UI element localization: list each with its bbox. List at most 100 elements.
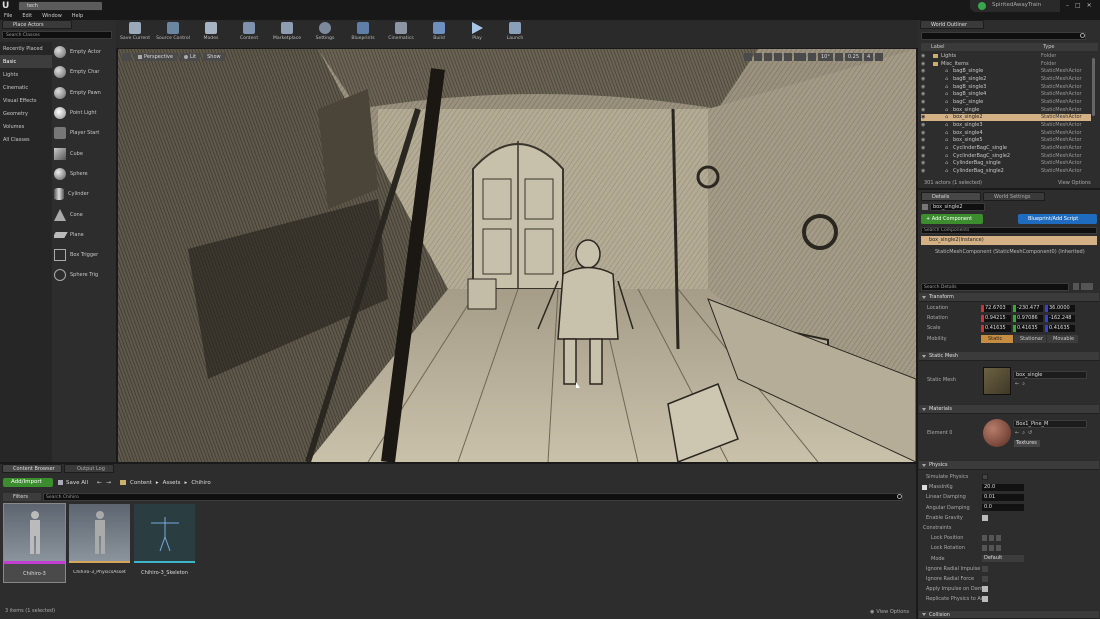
asset-tile-selected[interactable]: Chihiro-3 [3,503,66,583]
outliner-row[interactable]: ◉ Misc_Items Folder [921,60,1091,68]
collision-section-header[interactable]: Collision [919,611,1099,619]
outliner-row[interactable]: ◉ ⌂ box_single5 StaticMeshActor [921,137,1091,145]
rotation-x[interactable]: 0.94215 [981,314,1011,322]
content-search-input[interactable]: Search Chihiro [43,493,903,501]
eye-icon[interactable]: ◉ [921,153,927,159]
eye-icon[interactable]: ◉ [921,160,927,166]
add-import-button[interactable]: Add/Import [3,478,53,487]
category-lights[interactable]: Lights [0,68,52,81]
settings-button[interactable]: Settings [306,20,344,48]
location-label[interactable]: Location [919,305,981,311]
world-local-icon[interactable] [774,53,782,61]
filters-button[interactable]: Filters [3,493,41,501]
menu-window[interactable]: Window [42,13,62,19]
forward-arrow-icon[interactable]: → [106,479,111,486]
breadcrumb-assets[interactable]: Assets [163,480,181,486]
mobility-static[interactable]: Static [981,334,1013,343]
eye-icon[interactable]: ◉ [921,53,927,59]
outliner-row[interactable]: ◉ ⌂ box_single4 StaticMeshActor [921,129,1091,137]
actor-item[interactable]: Empty Pawn [54,83,114,103]
static-mesh-section-header[interactable]: Static Mesh [919,352,1099,361]
asset-tile[interactable]: Chihiro-3_PhysicsAsset [68,503,131,583]
eye-icon[interactable]: ◉ [921,91,927,97]
eye-icon[interactable]: ◉ [921,137,927,143]
build-button[interactable]: Build [420,20,458,48]
level-viewport[interactable] [118,49,916,462]
add-component-button[interactable]: + Add Component [921,214,983,224]
breadcrumb-chihiro[interactable]: Chihiro [191,480,210,486]
blueprint-add-script-button[interactable]: Blueprint/Add Script [1018,214,1097,224]
outliner-row[interactable]: ◉ ⌂ bagB_single2 StaticMeshActor [921,75,1091,83]
breadcrumb-content[interactable]: Content [130,480,152,486]
launch-button[interactable]: Launch [496,20,534,48]
outliner-row[interactable]: ◉ ⌂ CyclinderBagC_single StaticMeshActor [921,144,1091,152]
cinematics-button[interactable]: Cinematics [382,20,420,48]
level-tab[interactable]: tech [18,1,103,11]
camera-speed[interactable]: 4 [864,53,874,61]
modes-button[interactable]: Modes [192,20,230,48]
linear-damping-input[interactable]: 0.01 [982,493,1024,501]
lock-rotation-checkboxes[interactable] [982,545,1002,552]
simulate-physics-checkbox[interactable] [982,474,988,481]
perspective-button[interactable]: Perspective [134,53,177,61]
outliner-row[interactable]: ◉ ⌂ box_single3 StaticMeshActor [921,121,1091,129]
actor-item[interactable]: Cylinder [54,184,114,204]
material-thumbnail[interactable] [983,419,1011,447]
asset-tile[interactable]: Chihiro-3_Skeleton [133,503,196,583]
rotation-z[interactable]: -162.248 [1045,314,1075,322]
eye-icon[interactable]: ◉ [921,130,927,136]
eye-view-icon[interactable] [1081,283,1093,290]
replicate-physics-checkbox[interactable] [982,596,988,603]
actor-item[interactable]: Plane [54,225,114,245]
actor-item[interactable]: Cone [54,204,114,224]
ignore-radial-force-checkbox[interactable] [982,575,988,582]
menu-help[interactable]: Help [72,13,83,19]
scale-snap-icon[interactable] [834,53,843,61]
outliner-row[interactable]: ◉ ⌂ bagB_single4 StaticMeshActor [921,90,1091,98]
textures-button[interactable]: Textures [1014,440,1040,447]
scale-z[interactable]: 0.41635 [1045,324,1075,332]
actor-item[interactable]: Sphere [54,164,114,184]
translate-icon[interactable] [744,53,752,61]
angular-damping-input[interactable]: 0.0 [982,504,1024,512]
scale-icon[interactable] [764,53,772,61]
close-icon[interactable]: ✕ [1087,2,1092,9]
grid-snap-icon[interactable] [784,53,792,61]
rotate-icon[interactable] [754,53,762,61]
show-button[interactable]: Show [203,53,225,61]
outliner-scrollbar[interactable] [1092,58,1095,116]
lit-button[interactable]: Lit [179,53,201,61]
outliner-row[interactable]: ◉ ⌂ CyclinderBagC_single2 StaticMeshActor [921,152,1091,160]
static-mesh-dropdown[interactable]: box_single [1013,371,1087,379]
location-x[interactable]: 72.6703 [981,304,1011,312]
outliner-row-selected[interactable]: ◉ ⌂ box_single2 StaticMeshActor [921,113,1091,122]
actor-item[interactable]: Player Start [54,123,114,143]
category-geometry[interactable]: Geometry [0,107,52,120]
outliner-row[interactable]: ◉ ⌂ bagC_single StaticMeshActor [921,98,1091,106]
ignore-radial-impulse-checkbox[interactable] [982,565,988,572]
col-type[interactable]: Type [1043,44,1054,50]
scale-y[interactable]: 0.41635 [1013,324,1043,332]
output-log-tab[interactable]: Output Log [64,464,114,473]
rotation-snap-value[interactable]: 10° [818,53,833,61]
content-button[interactable]: Content [230,20,268,48]
world-outliner-tab[interactable]: World Outliner [920,20,984,29]
mass-input[interactable]: 20.0 [982,483,1024,491]
mobility-movable[interactable]: Movable [1047,334,1078,343]
materials-section-header[interactable]: Materials [919,405,1099,414]
browse-icon[interactable]: ⌕ [1022,381,1025,387]
maximize-viewport-icon[interactable] [875,53,884,61]
grid-view-icon[interactable] [1073,283,1079,290]
menu-file[interactable]: File [4,13,12,19]
search-components-input[interactable]: Search Components [921,227,1097,234]
col-label[interactable]: Label [931,44,1043,50]
mobility-stationary[interactable]: Stationar [1014,334,1046,343]
physics-section-header[interactable]: Physics [919,461,1099,470]
outliner-search-input[interactable] [921,32,1086,40]
grid-snap-value[interactable] [794,53,806,61]
category-basic[interactable]: Basic [0,55,52,68]
scale-snap-value[interactable]: 0.25 [844,53,863,61]
rotation-y[interactable]: 0.97086 [1013,314,1043,322]
scale-label[interactable]: Scale [919,325,981,331]
static-mesh-thumbnail[interactable] [983,367,1011,395]
